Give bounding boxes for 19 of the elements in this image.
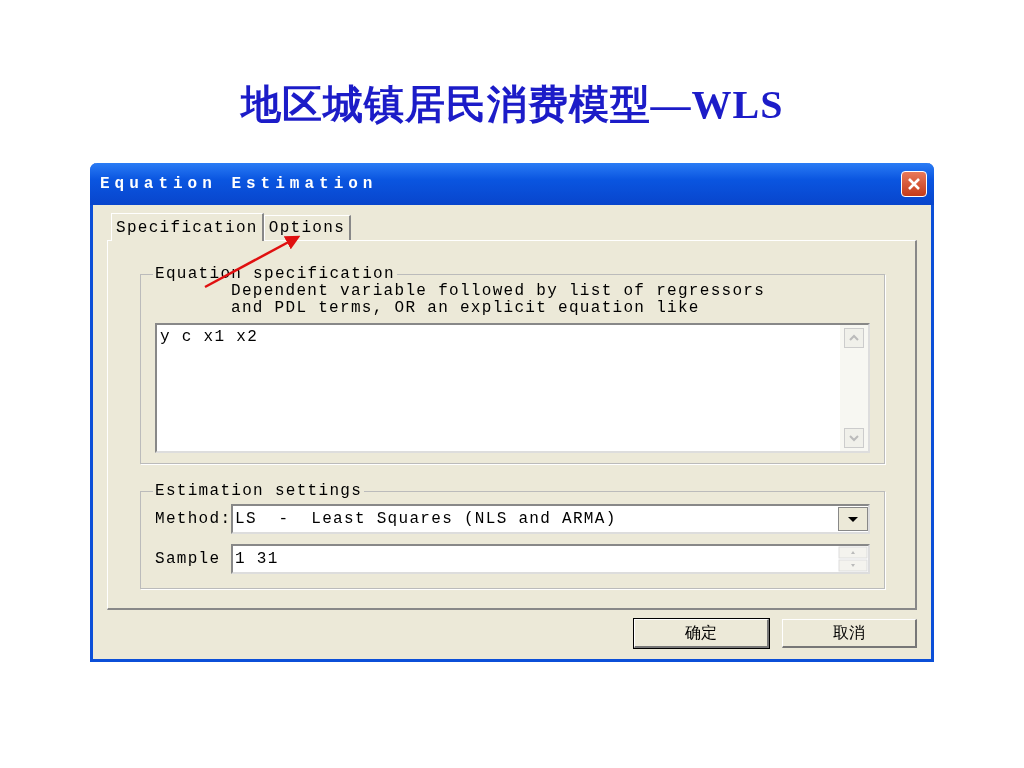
scroll-up-icon[interactable] <box>844 328 864 348</box>
spinner-icon <box>838 546 868 572</box>
scroll-down-icon[interactable] <box>844 428 864 448</box>
close-button[interactable] <box>901 171 927 197</box>
hint-text: and PDL terms, OR an explicit equation like <box>231 300 701 317</box>
window-title: Equation Estimation <box>100 175 379 193</box>
tab[interactable]: Specification <box>111 213 264 241</box>
slide-title: 地区城镇居民消费模型—WLS <box>240 81 784 129</box>
method-dropdown[interactable]: LS - Least Squares (NLS and ARMA) <box>231 504 870 534</box>
dialog-button[interactable]: 取消 <box>782 619 917 648</box>
method-label: Method: <box>155 510 229 528</box>
group-legend: Estimation settings <box>153 482 365 500</box>
hint-text: Dependent variable followed by list of regressors <box>231 283 767 300</box>
sample-field[interactable]: 1 31 <box>231 544 870 574</box>
sample-label: Sample <box>155 550 222 568</box>
dialog-button[interactable]: 确定 <box>634 619 769 648</box>
tab[interactable]: Options <box>263 215 352 240</box>
close-icon <box>906 176 922 192</box>
equation-field[interactable]: y c x1 x2 <box>155 323 870 453</box>
